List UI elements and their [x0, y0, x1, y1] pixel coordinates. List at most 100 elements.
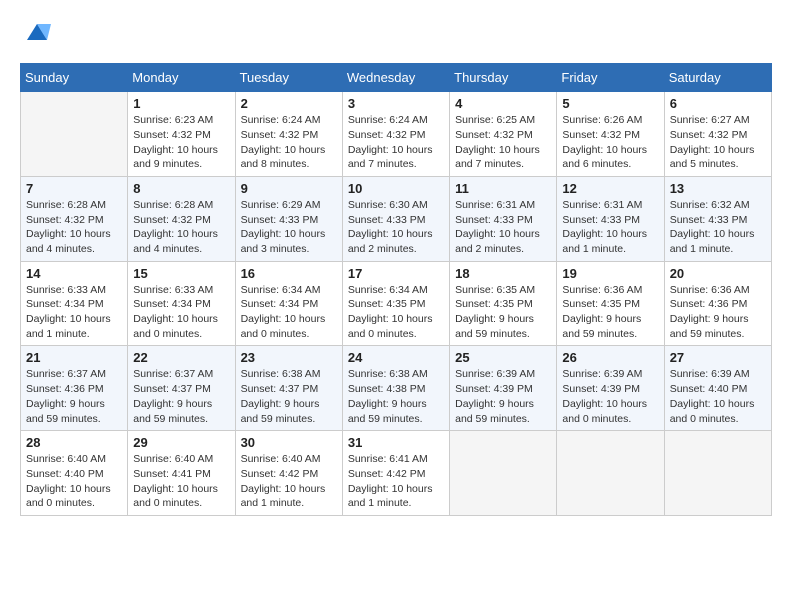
calendar-body: 1Sunrise: 6:23 AMSunset: 4:32 PMDaylight…: [21, 92, 772, 516]
day-number: 31: [348, 435, 444, 450]
calendar-cell: 5 Sunrise: 6:26 AMSunset: 4:32 PMDaylight…: [557, 92, 664, 177]
weekday-header-friday: Friday: [557, 64, 664, 92]
day-number: 15: [133, 266, 229, 281]
calendar-cell: [450, 431, 557, 516]
day-info: Sunrise: 6:39 AMSunset: 4:39 PMDaylight:…: [455, 367, 551, 426]
calendar-cell: 27Sunrise: 6:39 AMSunset: 4:40 PMDayligh…: [664, 346, 771, 431]
calendar-cell: 13 Sunrise: 6:32 AMSunset: 4:33 PMDayligh…: [664, 176, 771, 261]
calendar-cell: 24 Sunrise: 6:38 AMSunset: 4:38 PMDayligh…: [342, 346, 449, 431]
page-header: [20, 20, 772, 53]
day-number: 2: [241, 96, 337, 111]
day-info: Sunrise: 6:28 AMSunset: 4:32 PMDaylight:…: [26, 198, 122, 257]
calendar-cell: 1Sunrise: 6:23 AMSunset: 4:32 PMDaylight…: [128, 92, 235, 177]
logo: [20, 20, 51, 53]
day-number: 9: [241, 181, 337, 196]
calendar-cell: 11Sunrise: 6:31 AMSunset: 4:33 PMDayligh…: [450, 176, 557, 261]
day-info: Sunrise: 6:26 AMSunset: 4:32 PMDaylight:…: [562, 113, 658, 172]
day-number: 21: [26, 350, 122, 365]
day-number: 1: [133, 96, 229, 111]
calendar-cell: 16 Sunrise: 6:34 AMSunset: 4:34 PMDayligh…: [235, 261, 342, 346]
day-info: Sunrise: 6:41 AMSunset: 4:42 PMDaylight:…: [348, 452, 444, 511]
calendar-cell: 8Sunrise: 6:28 AMSunset: 4:32 PMDaylight…: [128, 176, 235, 261]
day-number: 30: [241, 435, 337, 450]
day-info: Sunrise: 6:33 AMSunset: 4:34 PMDaylight:…: [26, 283, 122, 342]
day-number: 19: [562, 266, 658, 281]
day-number: 28: [26, 435, 122, 450]
weekday-header-monday: Monday: [128, 64, 235, 92]
day-info: Sunrise: 6:37 AMSunset: 4:36 PMDaylight:…: [26, 367, 122, 426]
day-number: 24: [348, 350, 444, 365]
day-number: 17: [348, 266, 444, 281]
day-number: 3: [348, 96, 444, 111]
calendar-cell: [21, 92, 128, 177]
calendar-table: SundayMondayTuesdayWednesdayThursdayFrid…: [20, 63, 772, 516]
week-row-3: 14Sunrise: 6:33 AMSunset: 4:34 PMDayligh…: [21, 261, 772, 346]
day-number: 12: [562, 181, 658, 196]
day-info: Sunrise: 6:37 AMSunset: 4:37 PMDaylight:…: [133, 367, 229, 426]
day-info: Sunrise: 6:27 AMSunset: 4:32 PMDaylight:…: [670, 113, 766, 172]
day-number: 7: [26, 181, 122, 196]
day-info: Sunrise: 6:38 AMSunset: 4:38 PMDaylight:…: [348, 367, 444, 426]
calendar-cell: 30 Sunrise: 6:40 AMSunset: 4:42 PMDayligh…: [235, 431, 342, 516]
day-number: 11: [455, 181, 551, 196]
weekday-header-wednesday: Wednesday: [342, 64, 449, 92]
week-row-5: 28 Sunrise: 6:40 AMSunset: 4:40 PMDayligh…: [21, 431, 772, 516]
calendar-cell: 15 Sunrise: 6:33 AMSunset: 4:34 PMDayligh…: [128, 261, 235, 346]
day-number: 22: [133, 350, 229, 365]
calendar-cell: [664, 431, 771, 516]
day-info: Sunrise: 6:38 AMSunset: 4:37 PMDaylight:…: [241, 367, 337, 426]
calendar-cell: 4 Sunrise: 6:25 AMSunset: 4:32 PMDaylight…: [450, 92, 557, 177]
day-number: 13: [670, 181, 766, 196]
day-info: Sunrise: 6:40 AMSunset: 4:42 PMDaylight:…: [241, 452, 337, 511]
weekday-header-saturday: Saturday: [664, 64, 771, 92]
day-number: 10: [348, 181, 444, 196]
calendar-cell: 17Sunrise: 6:34 AMSunset: 4:35 PMDayligh…: [342, 261, 449, 346]
day-number: 18: [455, 266, 551, 281]
weekday-header-sunday: Sunday: [21, 64, 128, 92]
calendar-cell: 2Sunrise: 6:24 AMSunset: 4:32 PMDaylight…: [235, 92, 342, 177]
day-info: Sunrise: 6:39 AMSunset: 4:39 PMDaylight:…: [562, 367, 658, 426]
week-row-2: 7 Sunrise: 6:28 AMSunset: 4:32 PMDaylight…: [21, 176, 772, 261]
day-info: Sunrise: 6:34 AMSunset: 4:34 PMDaylight:…: [241, 283, 337, 342]
calendar-cell: 25Sunrise: 6:39 AMSunset: 4:39 PMDayligh…: [450, 346, 557, 431]
calendar-cell: 31 Sunrise: 6:41 AMSunset: 4:42 PMDayligh…: [342, 431, 449, 516]
calendar-cell: 19 Sunrise: 6:36 AMSunset: 4:35 PMDayligh…: [557, 261, 664, 346]
calendar-cell: 9 Sunrise: 6:29 AMSunset: 4:33 PMDaylight…: [235, 176, 342, 261]
week-row-4: 21 Sunrise: 6:37 AMSunset: 4:36 PMDayligh…: [21, 346, 772, 431]
day-info: Sunrise: 6:40 AMSunset: 4:40 PMDaylight:…: [26, 452, 122, 511]
day-info: Sunrise: 6:33 AMSunset: 4:34 PMDaylight:…: [133, 283, 229, 342]
day-info: Sunrise: 6:40 AMSunset: 4:41 PMDaylight:…: [133, 452, 229, 511]
calendar-cell: 20 Sunrise: 6:36 AMSunset: 4:36 PMDayligh…: [664, 261, 771, 346]
day-number: 20: [670, 266, 766, 281]
calendar-cell: 26Sunrise: 6:39 AMSunset: 4:39 PMDayligh…: [557, 346, 664, 431]
calendar-cell: 21 Sunrise: 6:37 AMSunset: 4:36 PMDayligh…: [21, 346, 128, 431]
day-info: Sunrise: 6:31 AMSunset: 4:33 PMDaylight:…: [562, 198, 658, 257]
calendar-cell: 23 Sunrise: 6:38 AMSunset: 4:37 PMDayligh…: [235, 346, 342, 431]
day-number: 23: [241, 350, 337, 365]
day-info: Sunrise: 6:28 AMSunset: 4:32 PMDaylight:…: [133, 198, 229, 257]
day-info: Sunrise: 6:30 AMSunset: 4:33 PMDaylight:…: [348, 198, 444, 257]
calendar-cell: 14Sunrise: 6:33 AMSunset: 4:34 PMDayligh…: [21, 261, 128, 346]
calendar-cell: 22 Sunrise: 6:37 AMSunset: 4:37 PMDayligh…: [128, 346, 235, 431]
day-number: 16: [241, 266, 337, 281]
calendar-cell: 6Sunrise: 6:27 AMSunset: 4:32 PMDaylight…: [664, 92, 771, 177]
week-row-1: 1Sunrise: 6:23 AMSunset: 4:32 PMDaylight…: [21, 92, 772, 177]
calendar-cell: 28 Sunrise: 6:40 AMSunset: 4:40 PMDayligh…: [21, 431, 128, 516]
weekday-header-row: SundayMondayTuesdayWednesdayThursdayFrid…: [21, 64, 772, 92]
calendar-cell: 18Sunrise: 6:35 AMSunset: 4:35 PMDayligh…: [450, 261, 557, 346]
day-number: 29: [133, 435, 229, 450]
day-info: Sunrise: 6:32 AMSunset: 4:33 PMDaylight:…: [670, 198, 766, 257]
day-info: Sunrise: 6:29 AMSunset: 4:33 PMDaylight:…: [241, 198, 337, 257]
day-info: Sunrise: 6:25 AMSunset: 4:32 PMDaylight:…: [455, 113, 551, 172]
calendar-cell: 7 Sunrise: 6:28 AMSunset: 4:32 PMDaylight…: [21, 176, 128, 261]
logo-icon: [23, 20, 51, 48]
day-info: Sunrise: 6:24 AMSunset: 4:32 PMDaylight:…: [348, 113, 444, 172]
day-info: Sunrise: 6:39 AMSunset: 4:40 PMDaylight:…: [670, 367, 766, 426]
day-number: 5: [562, 96, 658, 111]
day-info: Sunrise: 6:36 AMSunset: 4:35 PMDaylight:…: [562, 283, 658, 342]
day-info: Sunrise: 6:36 AMSunset: 4:36 PMDaylight:…: [670, 283, 766, 342]
calendar-cell: 12 Sunrise: 6:31 AMSunset: 4:33 PMDayligh…: [557, 176, 664, 261]
day-number: 4: [455, 96, 551, 111]
calendar-cell: 29 Sunrise: 6:40 AMSunset: 4:41 PMDayligh…: [128, 431, 235, 516]
weekday-header-tuesday: Tuesday: [235, 64, 342, 92]
